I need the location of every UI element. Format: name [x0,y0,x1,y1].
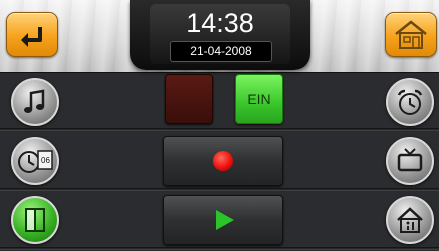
alarm-clock-icon [397,89,423,115]
tv-button[interactable] [386,137,434,185]
back-button[interactable] [6,12,58,57]
alarm-button[interactable] [386,78,434,126]
top-bar: 14:38 21-04-2008 [0,0,439,73]
on-button[interactable]: EIN [235,74,283,124]
clock-date: 21-04-2008 [170,41,272,62]
music-button[interactable] [11,78,59,126]
record-icon [213,151,233,171]
timer-calendar-button[interactable]: 06 [11,137,59,185]
calendar-day: 06 [41,156,50,165]
play-button[interactable] [163,195,283,245]
door-button[interactable] [11,196,59,244]
house-info-icon [397,207,423,233]
row-divider [0,188,439,191]
clock-time: 14:38 [186,8,254,38]
play-icon [216,210,234,230]
home-button[interactable] [385,12,437,57]
off-button[interactable] [165,74,213,124]
house-info-button[interactable] [386,196,434,244]
home-icon [395,20,427,49]
tv-icon [397,148,423,172]
record-button[interactable] [163,136,283,186]
door-icon [25,208,45,232]
clock-panel: 14:38 21-04-2008 [130,0,310,70]
clock-display: 14:38 21-04-2008 [150,4,290,64]
row-divider [0,247,439,250]
back-arrow-icon [21,27,42,47]
row-divider [0,128,439,131]
music-note-icon [24,89,45,113]
